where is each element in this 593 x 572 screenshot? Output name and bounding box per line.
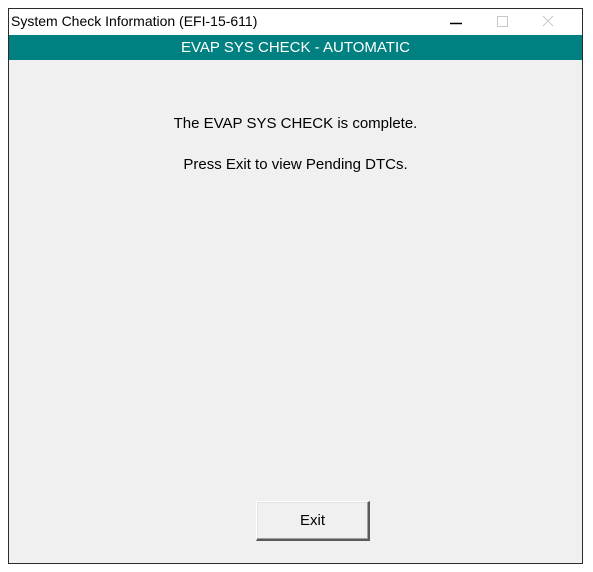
exit-button[interactable]: Exit (256, 501, 370, 541)
system-check-window: System Check Information (EFI-15-611) EV… (8, 8, 583, 564)
maximize-icon (497, 16, 508, 27)
close-button[interactable] (525, 9, 571, 35)
maximize-button[interactable] (479, 9, 525, 35)
title-bar[interactable]: System Check Information (EFI-15-611) (9, 9, 582, 35)
status-message: The EVAP SYS CHECK is complete. (173, 115, 418, 132)
instruction-message: Press Exit to view Pending DTCs. (183, 156, 408, 173)
window-title: System Check Information (EFI-15-611) (11, 13, 258, 29)
header-banner: EVAP SYS CHECK - AUTOMATIC (9, 35, 582, 60)
minimize-icon (450, 22, 462, 25)
close-icon (542, 15, 554, 27)
minimize-button[interactable] (433, 9, 479, 35)
content-panel: The EVAP SYS CHECK is complete. Press Ex… (9, 60, 582, 563)
